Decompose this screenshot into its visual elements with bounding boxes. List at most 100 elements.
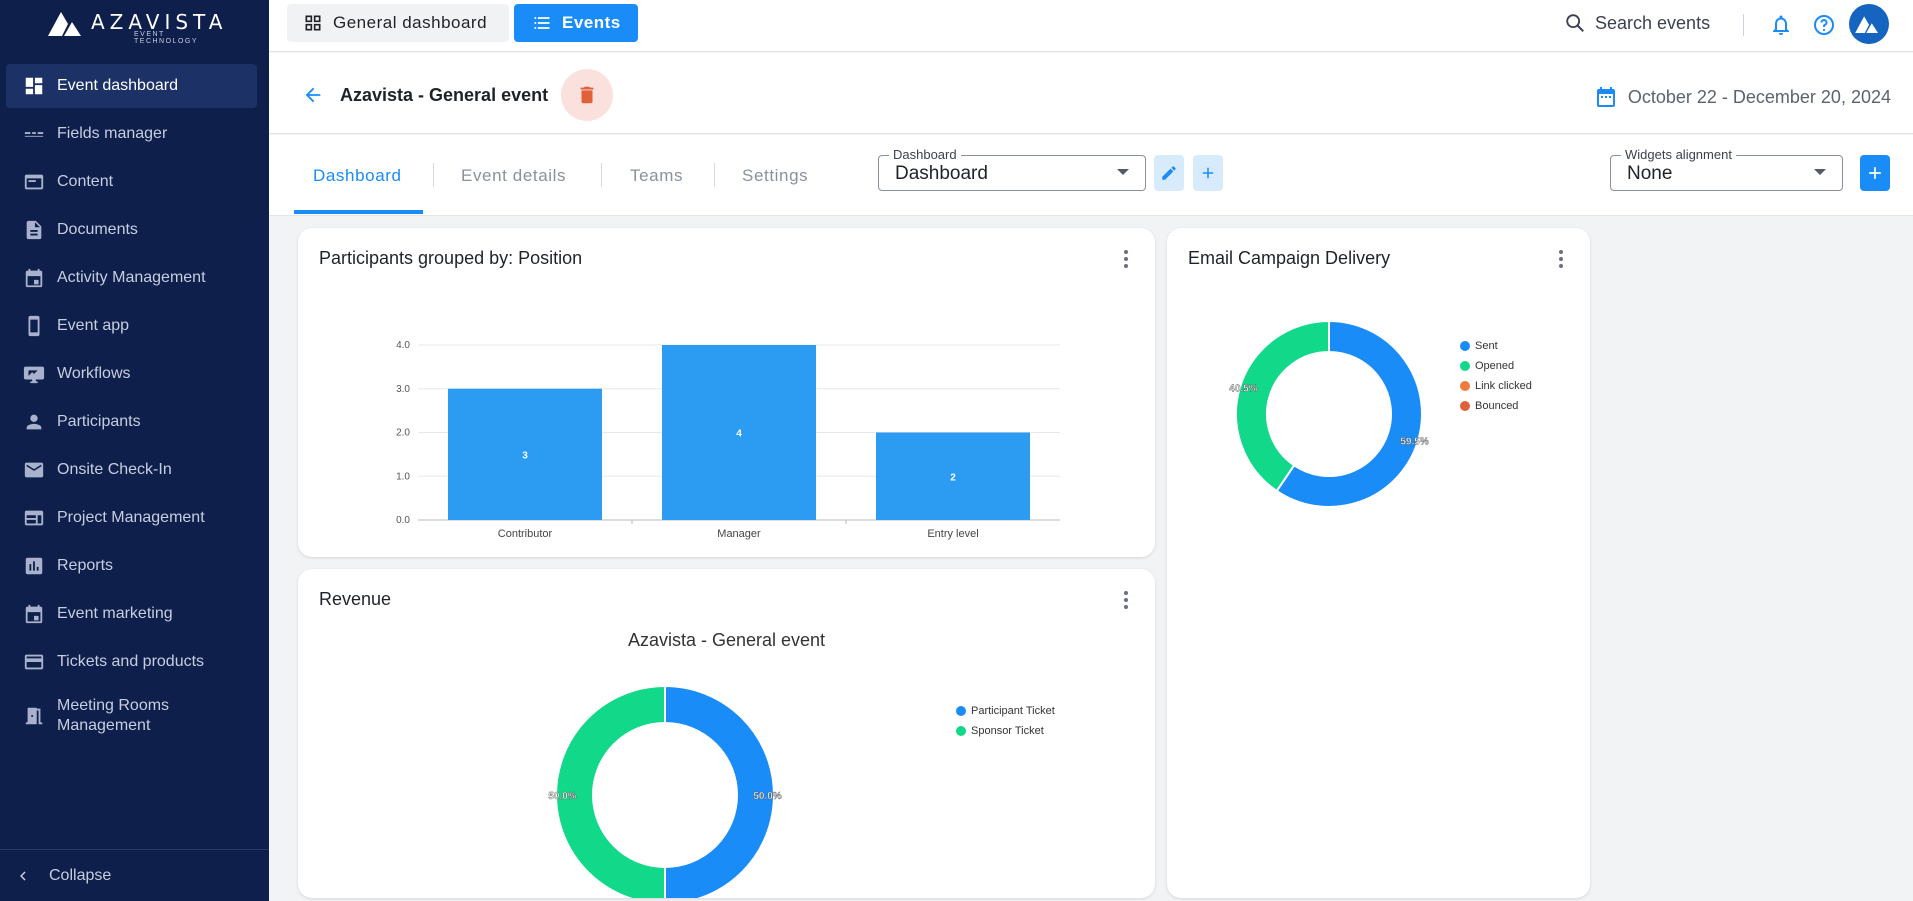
- legend-swatch: [1460, 341, 1470, 351]
- event-date-range[interactable]: October 22 - December 20, 2024: [1594, 85, 1891, 109]
- chevron-down-icon: [1117, 169, 1129, 175]
- sidebar-item-reports[interactable]: Reports: [6, 544, 257, 588]
- legend-item[interactable]: Opened: [1460, 356, 1532, 376]
- general-dashboard-label: General dashboard: [333, 13, 488, 32]
- sidebar-item-event-app[interactable]: Event app: [6, 304, 257, 348]
- legend-item[interactable]: Sponsor Ticket: [956, 721, 1055, 741]
- help-icon[interactable]: [1812, 13, 1836, 37]
- delete-event-button[interactable]: [561, 69, 613, 121]
- widgets-alignment-value: None: [1627, 163, 1673, 184]
- donut-value-label: 40.5%: [1229, 384, 1257, 395]
- sidebar-item-label: Activity Management: [57, 269, 206, 286]
- pencil-icon: [1162, 166, 1176, 180]
- x-tick-label: Contributor: [498, 528, 553, 540]
- sidebar-item-participants[interactable]: Participants: [6, 400, 257, 444]
- x-tick-label: Manager: [717, 528, 761, 540]
- sidebar-item-documents[interactable]: Documents: [6, 208, 257, 252]
- sidebar-item-tickets-and-products[interactable]: Tickets and products: [6, 640, 257, 684]
- participants-widget: Participants grouped by: Position 0.0 1.0…: [298, 228, 1155, 557]
- dashboard-select-label: Dashboard: [889, 147, 961, 162]
- edit-dashboard-button[interactable]: [1154, 155, 1184, 191]
- active-tab-indicator: [294, 210, 423, 214]
- legend-label: Sent: [1475, 340, 1498, 352]
- sidebar-item-project-management[interactable]: Project Management: [6, 496, 257, 540]
- legend-item[interactable]: Sent: [1460, 336, 1532, 356]
- sidebar-item-label: Event dashboard: [57, 77, 178, 94]
- phone-icon: [23, 315, 45, 337]
- sidebar-item-activity-management[interactable]: Activity Management: [6, 256, 257, 300]
- legend-item[interactable]: Link clicked: [1460, 376, 1532, 396]
- azavista-logo-mark: [48, 12, 81, 36]
- tab-teams[interactable]: Teams: [630, 135, 683, 216]
- search-label: Search events: [1595, 12, 1711, 33]
- events-button[interactable]: Events: [514, 4, 638, 42]
- legend-swatch: [1460, 361, 1470, 371]
- dashboard-select-value: Dashboard: [895, 163, 988, 184]
- donut-value-label: 50.0%: [548, 791, 576, 802]
- event-header: Azavista - General event October 22 - De…: [269, 53, 1913, 134]
- bell-icon[interactable]: [1769, 13, 1793, 37]
- sidebar-item-workflows[interactable]: Workflows: [6, 352, 257, 396]
- collapse-button[interactable]: Collapse: [0, 849, 269, 901]
- sidebar-item-label: Onsite Check-In: [57, 461, 172, 478]
- reports-icon: [23, 555, 45, 577]
- collapse-label: Collapse: [49, 866, 112, 884]
- y-tick-label: 4.0: [396, 340, 410, 351]
- general-dashboard-button[interactable]: General dashboard: [287, 4, 509, 42]
- revenue-widget: Revenue Azavista - General event 50.0% 50…: [298, 569, 1155, 898]
- tab-dashboard[interactable]: Dashboard: [313, 135, 402, 216]
- door-icon: [23, 705, 45, 727]
- fields-icon: [23, 123, 45, 145]
- legend-label: Participant Ticket: [971, 705, 1055, 717]
- sidebar-item-meeting-rooms-management[interactable]: Meeting Rooms Management: [6, 688, 257, 744]
- y-tick-label: 0.0: [396, 515, 410, 526]
- donut-value-label: 59.5%: [1400, 436, 1428, 447]
- add-dashboard-button[interactable]: [1193, 155, 1223, 191]
- azavista-logo[interactable]: AZAVISTA EVENT TECHNOLOGY: [48, 8, 222, 45]
- calendar-icon: [1596, 87, 1615, 107]
- user-avatar[interactable]: [1849, 4, 1889, 44]
- legend-item[interactable]: Bounced: [1460, 396, 1532, 416]
- y-tick-label: 1.0: [396, 471, 410, 482]
- legend-swatch: [1460, 401, 1470, 411]
- dashboard-grid-icon: [305, 15, 321, 31]
- back-arrow-icon[interactable]: [302, 84, 324, 106]
- project-icon: [23, 507, 45, 529]
- tab-divider: [601, 163, 602, 187]
- tab-event-details[interactable]: Event details: [461, 135, 566, 216]
- sidebar-item-event-marketing[interactable]: Event marketing: [6, 592, 257, 636]
- widgets-alignment-label: Widgets alignment: [1621, 147, 1736, 162]
- sidebar-item-label: Project Management: [57, 509, 205, 526]
- dashboard-select[interactable]: Dashboard Dashboard: [878, 147, 1146, 191]
- sidebar-item-label: Meeting Rooms Management: [57, 697, 170, 734]
- sidebar-item-event-dashboard[interactable]: Event dashboard: [6, 64, 257, 108]
- sidebar-item-label: Content: [57, 173, 114, 190]
- sidebar-item-label: Event marketing: [57, 605, 173, 622]
- sidebar-item-onsite-check-in[interactable]: Onsite Check-In: [6, 448, 257, 492]
- tab-settings[interactable]: Settings: [742, 135, 808, 216]
- sidebar-item-label: Participants: [57, 413, 141, 430]
- bar-value-label: 2: [950, 472, 956, 483]
- search-icon: [1566, 14, 1584, 32]
- workflow-icon: [23, 363, 45, 385]
- calendar-icon: [23, 267, 45, 289]
- sidebar-item-content[interactable]: Content: [6, 160, 257, 204]
- sidebar: AZAVISTA EVENT TECHNOLOGY Event dashboar…: [0, 0, 269, 901]
- x-tick-label: Entry level: [927, 528, 978, 540]
- legend-item[interactable]: Participant Ticket: [956, 701, 1055, 721]
- donut-slice: [1235, 319, 1330, 493]
- trash-icon: [580, 86, 594, 104]
- chevron-left-icon: [20, 871, 26, 881]
- avatar-logo-icon: [1855, 16, 1878, 33]
- event-title: Azavista - General event: [340, 85, 549, 105]
- sidebar-item-fields-manager[interactable]: Fields manager: [6, 112, 257, 156]
- sidebar-item-label: Reports: [57, 557, 114, 574]
- legend-swatch: [1460, 381, 1470, 391]
- search-events[interactable]: Search events: [1564, 12, 1710, 34]
- widgets-alignment-select[interactable]: Widgets alignment None: [1610, 147, 1843, 191]
- legend-label: Bounced: [1475, 400, 1519, 412]
- sidebar-nav: Event dashboard Fields manager Content D…: [0, 64, 269, 748]
- date-range-text: October 22 - December 20, 2024: [1627, 86, 1891, 107]
- chevron-down-icon: [1814, 169, 1826, 175]
- add-widget-button[interactable]: [1860, 155, 1890, 191]
